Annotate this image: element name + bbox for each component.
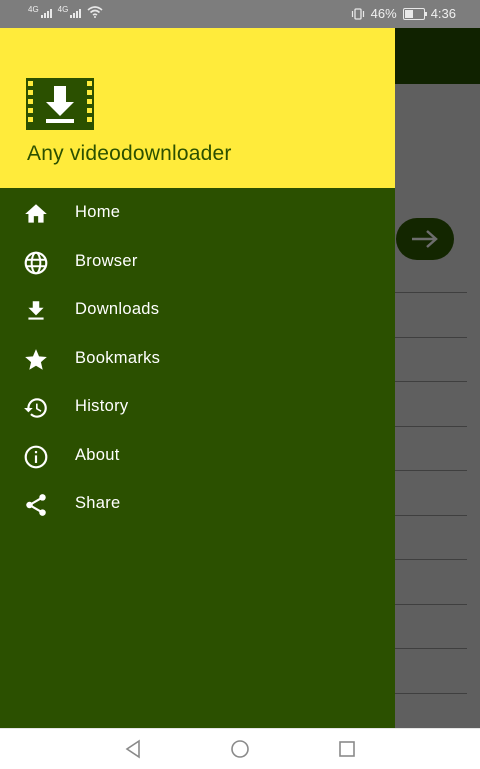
navigation-drawer: Any videodownloader Home Browser Downloa…: [0, 28, 395, 728]
app-title: Any videodownloader: [27, 142, 232, 165]
battery-percent: 46%: [370, 6, 397, 21]
divider: [395, 648, 467, 649]
menu-item-label: Bookmarks: [75, 348, 161, 367]
download-icon: [23, 298, 49, 324]
wifi-icon: [87, 6, 103, 18]
divider: [395, 559, 467, 560]
home-icon: [23, 201, 49, 227]
menu-item-label: Browser: [75, 251, 138, 270]
divider: [395, 337, 467, 338]
history-icon: [23, 395, 49, 421]
menu-item-label: History: [75, 397, 129, 415]
menu-item-history[interactable]: History: [0, 383, 395, 432]
divider: [395, 426, 467, 427]
signal-icon: 4G: [58, 6, 82, 18]
vibrate-icon: [351, 7, 364, 20]
divider: [395, 470, 467, 471]
divider: [395, 292, 467, 293]
signal-icon: 4G: [28, 6, 52, 18]
share-icon: [23, 492, 49, 518]
divider: [395, 515, 467, 516]
system-nav-bar: [0, 728, 480, 769]
status-right: 46% 4:36: [351, 6, 456, 21]
background-toolbar: [395, 28, 480, 84]
divider: [395, 381, 467, 382]
arrow-right-icon: [412, 230, 438, 248]
status-bar: 4G 4G 46% 4:36: [0, 0, 480, 28]
background-content: [395, 84, 480, 728]
globe-icon: [23, 250, 49, 276]
star-icon: [23, 347, 49, 373]
menu-item-label: Share: [75, 494, 121, 512]
menu-item-home[interactable]: Home: [0, 189, 395, 238]
info-icon: [23, 444, 49, 470]
divider: [395, 604, 467, 605]
back-icon[interactable]: [123, 739, 143, 759]
battery-icon: [402, 7, 427, 20]
background-app: [395, 28, 480, 728]
menu-item-share[interactable]: Share: [0, 480, 395, 529]
drawer-menu: Home Browser Downloads Bookmarks History…: [0, 189, 395, 529]
menu-item-about[interactable]: About: [0, 432, 395, 481]
download-film-icon: [26, 78, 94, 130]
clock: 4:36: [430, 6, 456, 21]
menu-item-label: Downloads: [75, 300, 160, 318]
menu-item-label: Home: [75, 203, 121, 221]
go-button: [396, 218, 454, 260]
menu-item-label: About: [75, 445, 120, 464]
recents-icon[interactable]: [337, 739, 357, 759]
menu-item-downloads[interactable]: Downloads: [0, 286, 395, 335]
menu-item-browser[interactable]: Browser: [0, 238, 395, 287]
menu-item-bookmarks[interactable]: Bookmarks: [0, 335, 395, 384]
home-circle-icon[interactable]: [230, 739, 250, 759]
divider: [395, 693, 467, 694]
drawer-header: Any videodownloader: [0, 28, 395, 188]
status-left: 4G 4G: [28, 6, 103, 18]
